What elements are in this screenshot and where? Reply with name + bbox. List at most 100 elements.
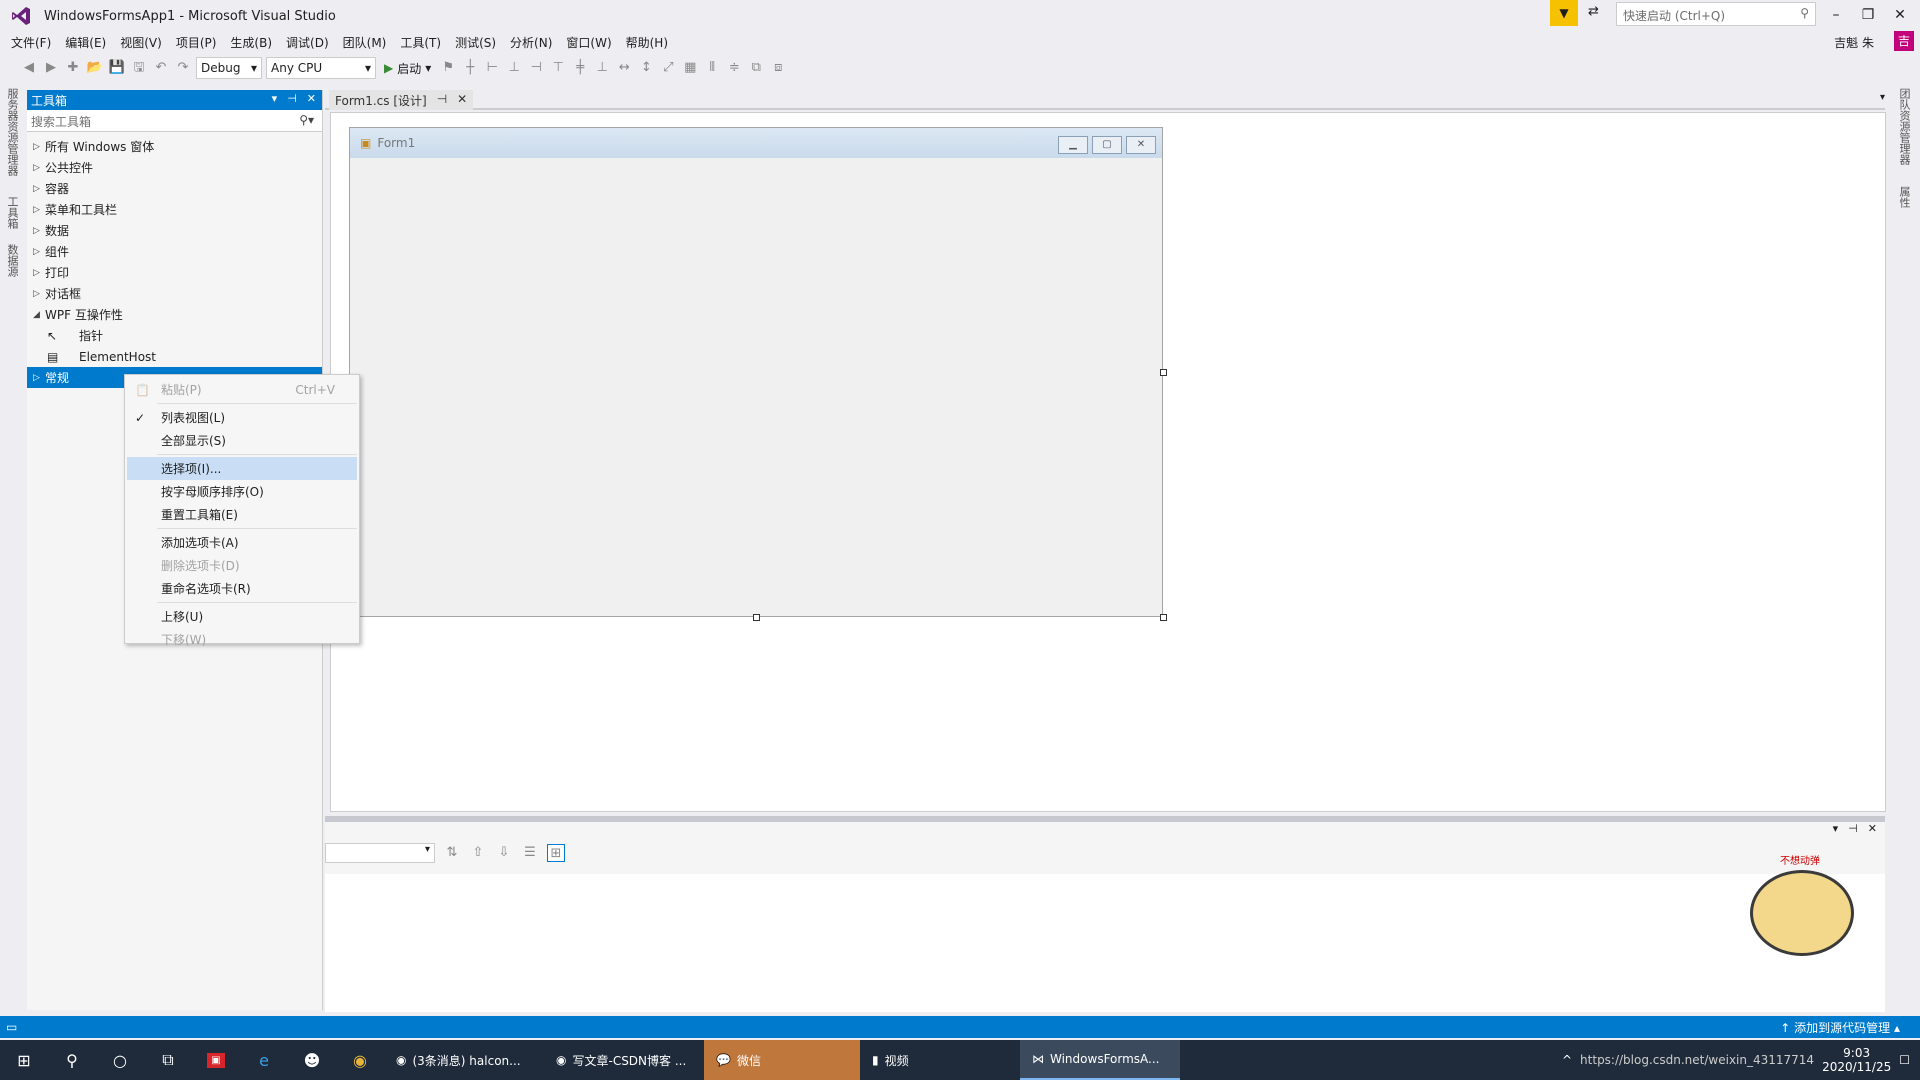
form-designer-surface[interactable]: ▣ Form1 ▁ ▢ ✕ [330, 112, 1886, 812]
collapsed-arrow-icon[interactable]: ▷ [33, 268, 45, 278]
sort-icon[interactable]: ⇩ [495, 844, 513, 862]
rail-tab-server-explorer[interactable]: 服务器资源管理器 [6, 88, 20, 176]
quick-launch-input[interactable]: 快速启动 (Ctrl+Q) ⚲ [1616, 2, 1816, 26]
context-menu-item[interactable]: 重命名选项卡(R) [127, 577, 357, 600]
taskbar-app-button[interactable]: ◉ (3条消息) halcon... [384, 1040, 544, 1080]
align-top-icon[interactable]: ⊤ [549, 59, 567, 77]
dropdown-icon[interactable]: ▾ [1833, 822, 1839, 838]
pin-icon[interactable]: ⊣ [287, 92, 297, 105]
feedback-filter-icon[interactable]: ▼ [1550, 0, 1578, 26]
align-bottom-icon[interactable]: ⊥ [593, 59, 611, 77]
tab-form1-design[interactable]: Form1.cs [设计] ⊣ ✕ [329, 90, 474, 110]
same-size-icon[interactable]: ⤢ [659, 59, 677, 77]
taskbar-app-button[interactable]: ⋈ WindowsFormsA... [1020, 1040, 1180, 1080]
redo-icon[interactable]: ↷ [174, 59, 192, 77]
resize-handle-bottom[interactable] [753, 614, 760, 621]
ie-icon[interactable]: e [240, 1040, 288, 1080]
horizontal-spacing-icon[interactable]: ⫴ [703, 59, 721, 77]
context-menu-item[interactable]: 重置工具箱(E) [127, 503, 357, 526]
collapsed-arrow-icon[interactable]: ▷ [33, 163, 45, 173]
rail-tab-data-sources[interactable]: 数据源 [6, 244, 20, 277]
menu-item[interactable]: 生成(B) [223, 34, 279, 51]
undo-icon[interactable]: ↶ [152, 59, 170, 77]
task-view-icon[interactable]: ⧉ [144, 1040, 192, 1080]
toolbox-search-input[interactable]: 搜索工具箱 ⚲▾ [27, 110, 322, 132]
user-avatar[interactable]: 吉 [1894, 31, 1914, 51]
qq-icon[interactable]: ☻ [288, 1040, 336, 1080]
same-width-icon[interactable]: ↔ [615, 59, 633, 77]
toolbox-category[interactable]: ▷ 打印 [27, 262, 322, 283]
resize-handle-right[interactable] [1160, 369, 1167, 376]
pin-icon[interactable]: ⊣ [1848, 822, 1858, 838]
save-icon[interactable]: 💾 [108, 59, 126, 77]
toolbox-category[interactable]: ▷ 容器 [27, 178, 322, 199]
menu-item[interactable]: 窗口(W) [559, 34, 618, 51]
close-tab-icon[interactable]: ✕ [457, 92, 467, 108]
toolbox-item[interactable]: ↖ 指针 [27, 325, 322, 346]
bring-to-front-icon[interactable]: ⧉ [747, 59, 765, 77]
toolbox-category[interactable]: ▷ 对话框 [27, 283, 322, 304]
close-icon[interactable]: ✕ [307, 92, 316, 105]
collapsed-arrow-icon[interactable]: ▷ [33, 289, 45, 299]
menu-item[interactable]: 文件(F) [4, 34, 58, 51]
collapsed-arrow-icon[interactable]: ▷ [33, 226, 45, 236]
menu-item[interactable]: 分析(N) [503, 34, 559, 51]
toolbox-item[interactable]: ▤ ElementHost [27, 346, 322, 367]
open-folder-icon[interactable]: 📂 [86, 59, 104, 77]
align-grid-icon[interactable]: ┼ [461, 59, 479, 77]
align-left-icon[interactable]: ⊢ [483, 59, 501, 77]
menu-item[interactable]: 团队(M) [336, 34, 394, 51]
context-menu-item[interactable]: 添加选项卡(A) [127, 531, 357, 554]
chevron-up-icon[interactable]: ^ [1562, 1053, 1572, 1067]
forward-icon[interactable]: ▶ [42, 59, 60, 77]
new-project-icon[interactable]: ✚ [64, 59, 82, 77]
toolbox-category[interactable]: ▷ 数据 [27, 220, 322, 241]
collapsed-arrow-icon[interactable]: ▷ [33, 247, 45, 257]
cortana-icon[interactable]: ○ [96, 1040, 144, 1080]
collapsed-arrow-icon[interactable]: ▷ [33, 373, 45, 383]
form1-window[interactable]: ▣ Form1 ▁ ▢ ✕ [349, 127, 1167, 621]
vertical-spacing-icon[interactable]: ≑ [725, 59, 743, 77]
collapsed-arrow-icon[interactable]: ▷ [33, 184, 45, 194]
menu-item[interactable]: 编辑(E) [58, 34, 113, 51]
context-menu-item[interactable]: 上移(U) [127, 605, 357, 628]
send-to-back-icon[interactable]: ⧈ [769, 59, 787, 77]
back-icon[interactable]: ◀ [20, 59, 38, 77]
context-menu-item[interactable]: 全部显示(S) [127, 429, 357, 452]
taskbar-app-button[interactable]: ▮ 视频 [860, 1040, 1020, 1080]
toolbox-category[interactable]: ▷ 公共控件 [27, 157, 322, 178]
platform-select[interactable]: Any CPU ▾ [266, 57, 376, 79]
windows-start-icon[interactable]: ⊞ [0, 1040, 48, 1080]
close-icon[interactable]: ✕ [1868, 822, 1877, 838]
same-height-icon[interactable]: ↕ [637, 59, 655, 77]
menu-item[interactable]: 工具(T) [393, 34, 448, 51]
notifications-icon[interactable]: ☐ [1899, 1053, 1910, 1067]
property-pages-icon[interactable]: ⊞ [547, 844, 565, 862]
menu-item[interactable]: 视图(V) [113, 34, 169, 51]
resize-handle-corner[interactable] [1160, 614, 1167, 621]
save-all-icon[interactable]: 🖫 [130, 59, 148, 77]
start-debugging-button[interactable]: ▶ 启动 ▾ [380, 60, 435, 77]
context-menu-item[interactable]: ✓ 列表视图(L) [127, 406, 357, 429]
find-icon[interactable]: ⚑ [439, 59, 457, 77]
context-menu-item[interactable]: 按字母顺序排序(O) [127, 480, 357, 503]
size-to-grid-icon[interactable]: ▦ [681, 59, 699, 77]
rail-tab-properties[interactable]: 属性 [1898, 186, 1912, 208]
pin-icon[interactable]: ⊣ [437, 92, 447, 108]
user-name[interactable]: 吉魁 朱 [1834, 34, 1874, 51]
align-right-icon[interactable]: ⊣ [527, 59, 545, 77]
desktop-pet-widget[interactable]: 不想动弹 [1740, 852, 1870, 962]
chrome-icon[interactable]: ◉ [336, 1040, 384, 1080]
collapsed-arrow-icon[interactable]: ▷ [33, 142, 45, 152]
dropdown-icon[interactable]: ▾ [272, 92, 278, 105]
restore-button[interactable]: ❐ [1852, 2, 1884, 28]
menu-item[interactable]: 调试(D) [279, 34, 336, 51]
align-middle-icon[interactable]: ╪ [571, 59, 589, 77]
list-icon[interactable]: ☰ [521, 844, 539, 862]
chevron-down-icon[interactable]: ▾ [1880, 92, 1885, 103]
rail-tab-team-explorer[interactable]: 团队资源管理器 [1898, 88, 1912, 165]
clock[interactable]: 9:03 2020/11/25 [1822, 1046, 1891, 1074]
toolbox-category[interactable]: ◢ WPF 互操作性 [27, 304, 322, 325]
taskbar-app-button[interactable]: 💬 微信 [704, 1040, 860, 1080]
notification-icon[interactable]: ▭ [6, 1020, 17, 1034]
